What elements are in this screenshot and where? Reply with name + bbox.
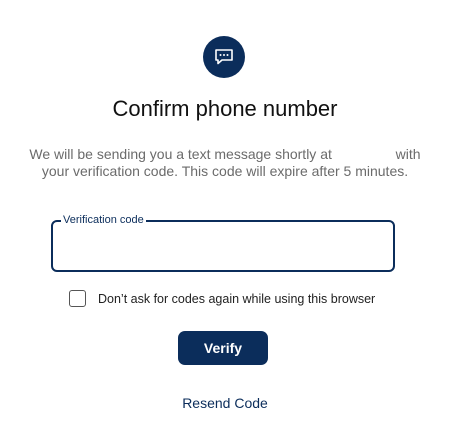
verify-button[interactable]: Verify bbox=[178, 331, 268, 365]
description-text: We will be sending you a text message sh… bbox=[25, 146, 425, 180]
verification-code-field[interactable]: Verification code bbox=[51, 213, 395, 272]
verification-code-input[interactable] bbox=[63, 236, 387, 260]
description-part-1: We will be sending you a text message sh… bbox=[29, 146, 332, 162]
resend-code-link[interactable]: Resend Code bbox=[0, 395, 450, 411]
chat-bubble-glyph bbox=[215, 49, 233, 65]
remember-browser-row[interactable]: Don’t ask for codes again while using th… bbox=[69, 290, 375, 307]
remember-browser-checkbox[interactable] bbox=[69, 290, 86, 307]
verification-code-label: Verification code bbox=[61, 213, 146, 227]
remember-browser-label[interactable]: Don’t ask for codes again while using th… bbox=[98, 292, 375, 306]
chat-bubble-icon bbox=[203, 36, 245, 78]
page-title: Confirm phone number bbox=[112, 96, 338, 121]
